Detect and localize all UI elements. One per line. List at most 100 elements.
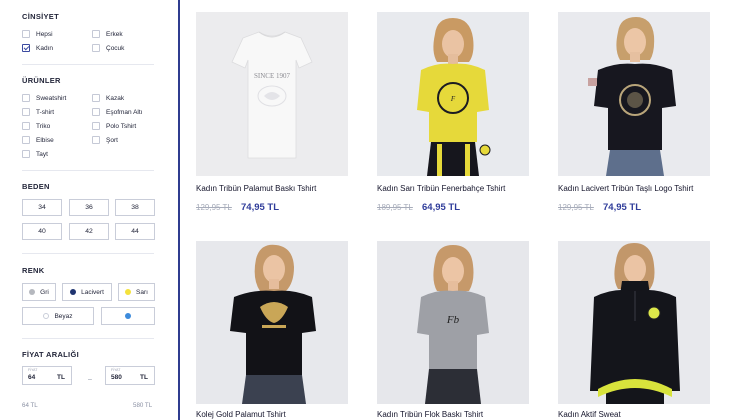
color-swatch — [29, 289, 36, 295]
size-option-38[interactable]: 38 — [115, 199, 155, 216]
size-option-40[interactable]: 40 — [22, 223, 62, 240]
product-name[interactable]: Kadın Lacivert Tribün Taşlı Logo Tshirt — [558, 184, 693, 193]
product-name[interactable]: Kadın Tribün Flok Baskı Tshirt — [377, 410, 483, 419]
product-new-price: 74,95 TL — [241, 202, 280, 213]
product-option-elbise[interactable]: Elbise — [22, 136, 54, 144]
product-image[interactable]: F — [377, 12, 529, 176]
product-option-sweatshirt[interactable]: Sweatshirt — [22, 94, 66, 102]
product-option-label: Şort — [106, 136, 118, 144]
product-name[interactable]: Kadın Tribün Palamut Baskı Tshirt — [196, 184, 316, 193]
shirt-graphic-text: SINCE 1907 — [254, 72, 290, 80]
price-max-value: 580 — [111, 374, 122, 381]
product-image[interactable]: SINCE 1907 — [196, 12, 348, 176]
product-name[interactable]: Kadın Sarı Tribün Fenerbahçe Tshirt — [377, 184, 505, 193]
checkbox[interactable] — [92, 94, 100, 102]
divider — [22, 253, 154, 254]
gender-option-label: Erkek — [106, 30, 123, 38]
size-option-42[interactable]: 42 — [69, 223, 109, 240]
gender-option-label: Çocuk — [106, 44, 125, 52]
checkbox[interactable] — [92, 30, 100, 38]
price-min-caption: FİYAT — [28, 368, 38, 372]
size-filter-title: BEDEN — [22, 182, 50, 191]
color-option-yellow[interactable]: Sarı — [118, 283, 155, 301]
product-old-price: 129,95 TL — [558, 203, 594, 212]
product-option-label: Elbise — [36, 136, 54, 144]
price-max-caption: FİYAT — [111, 368, 121, 372]
divider — [22, 64, 154, 65]
product-type-filter-title: ÜRÜNLER — [22, 76, 61, 85]
checkbox[interactable] — [22, 94, 30, 102]
product-image[interactable] — [558, 12, 710, 176]
sidebar-divider-line — [178, 0, 180, 420]
checkbox[interactable] — [92, 122, 100, 130]
color-option-navy[interactable]: Lacivert — [62, 283, 112, 301]
color-label: Beyaz — [54, 312, 73, 320]
checkbox[interactable] — [22, 30, 30, 38]
product-option-triko[interactable]: Triko — [22, 122, 50, 130]
color-option-blue[interactable] — [101, 307, 155, 325]
product-image[interactable] — [558, 241, 710, 404]
svg-text:Fb: Fb — [446, 314, 460, 326]
product-image[interactable] — [196, 241, 348, 404]
product-option-kazak[interactable]: Kazak — [92, 94, 124, 102]
product-option-tayt[interactable]: Tayt — [22, 150, 48, 158]
product-name[interactable]: Kolej Gold Palamut Tshirt — [196, 410, 286, 419]
size-option-44[interactable]: 44 — [115, 223, 155, 240]
checkbox[interactable] — [22, 108, 30, 116]
color-filter-title: RENK — [22, 266, 45, 275]
checkbox[interactable] — [22, 136, 30, 144]
page: CİNSİYET Hepsi Erkek Kadın Çocuk ÜRÜNLER… — [0, 0, 730, 420]
product-image[interactable]: Fb — [377, 241, 529, 404]
price-max-currency: TL — [140, 374, 148, 381]
checkbox[interactable] — [92, 136, 100, 144]
gender-filter-title: CİNSİYET — [22, 12, 59, 21]
gender-option-female[interactable]: Kadın — [22, 44, 53, 52]
product-option-polo[interactable]: Polo Tshirt — [92, 122, 136, 130]
color-label: Sarı — [136, 288, 148, 296]
divider — [22, 170, 154, 171]
product-option-esofman[interactable]: Eşofman Altı — [92, 108, 143, 116]
product-option-label: Tayt — [36, 150, 48, 158]
price-min-value: 64 — [28, 374, 36, 381]
checkbox[interactable] — [22, 122, 30, 130]
price-min-input[interactable]: FİYAT 64 TL — [22, 366, 72, 385]
product-option-label: Triko — [36, 122, 51, 130]
product-old-price: 129,95 TL — [196, 203, 232, 212]
checkbox[interactable] — [92, 108, 100, 116]
size-option-34[interactable]: 34 — [22, 199, 62, 216]
product-option-label: Kazak — [106, 94, 125, 102]
size-option-36[interactable]: 36 — [69, 199, 109, 216]
checkbox[interactable] — [22, 150, 30, 158]
product-option-label: Sweatshirt — [36, 94, 67, 102]
gender-option-all[interactable]: Hepsi — [22, 30, 53, 38]
product-option-tshirt[interactable]: T-shirt — [22, 108, 54, 116]
product-new-price: 64,95 TL — [422, 202, 461, 213]
gender-option-label: Hepsi — [36, 30, 53, 38]
price-range-max-label: 580 TL — [133, 402, 153, 409]
svg-text:F: F — [450, 95, 456, 103]
product-option-sort[interactable]: Şort — [92, 136, 118, 144]
color-label: Gri — [40, 288, 49, 296]
price-range-min-label: 64 TL — [22, 402, 38, 409]
price-filter-title: FİYAT ARALIĞI — [22, 350, 79, 359]
color-option-white[interactable]: Beyaz — [22, 307, 94, 325]
color-swatch — [125, 289, 132, 295]
product-old-price: 189,95 TL — [377, 203, 413, 212]
product-option-label: T-shirt — [36, 108, 55, 116]
color-swatch — [125, 313, 131, 319]
price-range-separator: – — [88, 376, 92, 383]
gender-option-child[interactable]: Çocuk — [92, 44, 124, 52]
color-swatch — [70, 289, 77, 295]
checkbox-checked[interactable] — [22, 44, 30, 52]
checkbox[interactable] — [92, 44, 100, 52]
product-option-label: Eşofman Altı — [106, 108, 143, 116]
color-option-gray[interactable]: Gri — [22, 283, 56, 301]
product-name[interactable]: Kadın Aktif Sweat — [558, 410, 621, 419]
gender-option-label: Kadın — [36, 44, 53, 52]
gender-option-male[interactable]: Erkek — [92, 30, 123, 38]
product-new-price: 74,95 TL — [603, 202, 642, 213]
price-min-currency: TL — [57, 374, 65, 381]
divider — [22, 338, 154, 339]
price-max-input[interactable]: FİYAT 580 TL — [105, 366, 155, 385]
color-swatch — [43, 313, 50, 319]
